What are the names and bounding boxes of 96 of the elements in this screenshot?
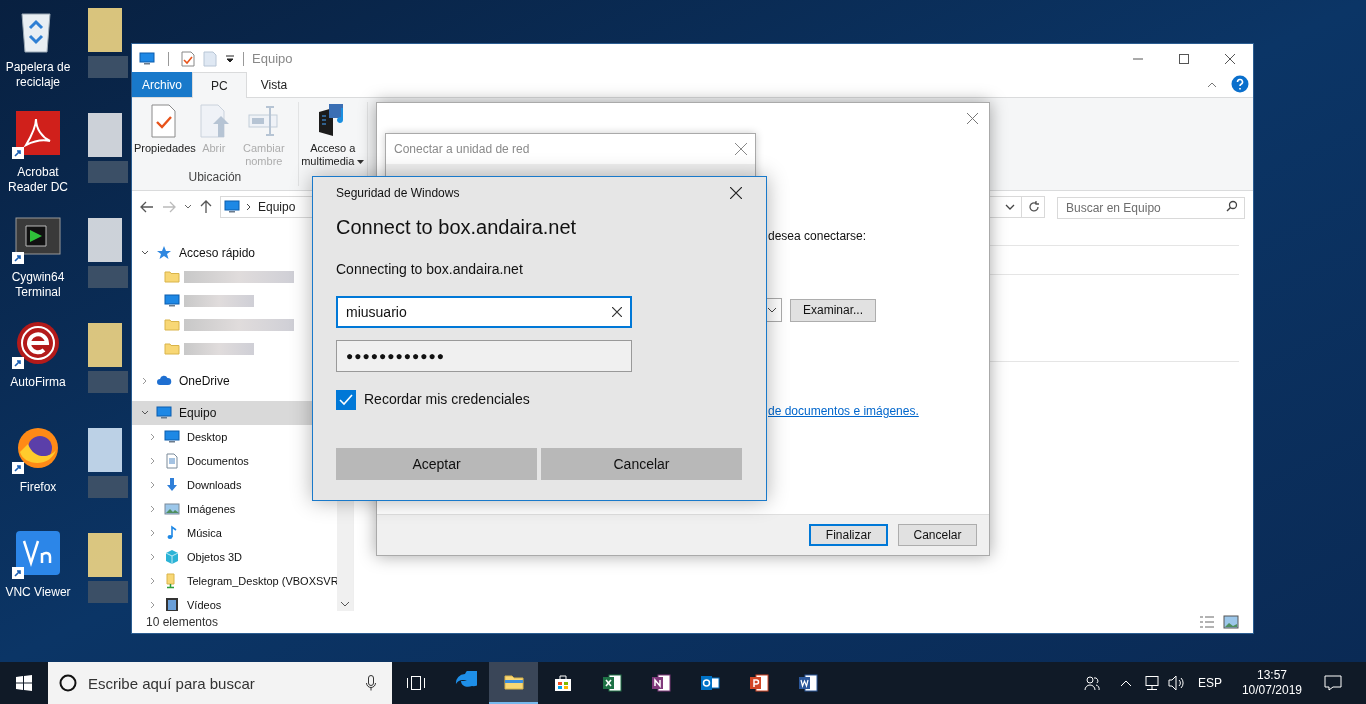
folder-icon <box>164 341 180 357</box>
collapsed-chevron-icon[interactable] <box>149 433 157 441</box>
desktop-icon-label[interactable]: Papelera de reciclaje <box>0 60 76 90</box>
username-field[interactable]: miusuario <box>336 296 632 328</box>
ribbon-group-label: Ubicación <box>188 169 242 186</box>
dialog-heading: Connect to box.andaira.net <box>336 215 578 240</box>
password-field[interactable]: ●●●●●●●●●●●● <box>336 340 632 372</box>
people-icon[interactable] <box>1083 675 1100 691</box>
monitor-icon <box>164 293 180 309</box>
dialog-button[interactable]: Cancelar <box>898 524 977 546</box>
desktop-icon-label[interactable]: Firefox <box>0 480 76 495</box>
monitor-icon <box>224 199 240 215</box>
maximize-icon[interactable] <box>1179 53 1189 64</box>
chevron-icon <box>246 203 252 211</box>
nav-item[interactable]: Telegram_Desktop (VBOXSVR <box>132 569 337 593</box>
ribbon-button[interactable]: Propiedades <box>133 104 197 155</box>
collapsed-chevron-icon[interactable] <box>149 553 157 561</box>
pixelated-label <box>184 295 254 307</box>
close-button[interactable] <box>729 186 743 200</box>
collapsed-chevron-icon[interactable] <box>149 601 157 609</box>
dialog-subtitle: Connecting to box.andaira.net <box>336 260 524 279</box>
folder-icon <box>164 269 180 285</box>
chevron-up-icon[interactable] <box>1119 679 1132 687</box>
address-text: Equipo <box>258 199 296 216</box>
dialog-title: Seguridad de Windows <box>336 185 461 202</box>
ribbon-tab[interactable]: PC <box>192 72 247 98</box>
windows-logo-icon[interactable] <box>16 675 32 691</box>
pixelated-label <box>184 343 254 355</box>
dialog-button[interactable]: Finalizar <box>809 524 888 546</box>
desktop-icon-label[interactable]: VNC Viewer <box>0 585 76 600</box>
document-icon <box>164 453 180 469</box>
ribbon-tab[interactable]: Vista <box>246 72 302 97</box>
speaker-icon[interactable] <box>1167 675 1186 691</box>
dialog-button[interactable]: Cancelar <box>541 448 742 480</box>
monitor-icon <box>156 405 172 421</box>
folder-icon <box>164 317 180 333</box>
refresh-icon[interactable] <box>1028 201 1040 213</box>
nav-item[interactable]: Objetos 3D <box>132 545 337 569</box>
collapsed-chevron-icon[interactable] <box>149 481 157 489</box>
picture-icon <box>164 501 180 517</box>
window-title: Equipo <box>252 49 293 68</box>
monitor-icon <box>164 429 180 445</box>
desktop-icon-label[interactable]: Cygwin64 Terminal <box>0 270 76 300</box>
monitor-icon[interactable] <box>138 50 156 67</box>
collapsed-chevron-icon[interactable] <box>149 505 157 513</box>
window-title: Conectar a unidad de red <box>394 141 531 158</box>
nav-item[interactable]: Imágenes <box>132 497 337 521</box>
nav-item[interactable]: Música <box>132 521 337 545</box>
clock[interactable]: 13:57 10/07/2019 <box>1241 668 1302 698</box>
terminal-icon[interactable] <box>12 216 64 264</box>
collapsed-chevron-icon[interactable] <box>141 377 149 385</box>
expanded-chevron-icon[interactable] <box>141 409 149 417</box>
collapsed-chevron-icon[interactable] <box>149 577 157 585</box>
link[interactable]: de documentos e imágenes. <box>768 402 989 420</box>
thumbnail-view-icon[interactable] <box>1223 615 1239 629</box>
collapsed-chevron-icon[interactable] <box>149 529 157 537</box>
status-text: 10 elementos <box>146 614 219 631</box>
network-icon[interactable] <box>1143 675 1160 691</box>
collapse-ribbon-icon[interactable] <box>1207 82 1217 88</box>
clear-icon[interactable] <box>612 307 622 317</box>
prompt-text: desea conectarse: <box>768 228 868 245</box>
expanded-chevron-icon[interactable] <box>141 249 149 257</box>
desktop-icon-label[interactable]: Acrobat Reader DC <box>0 165 76 195</box>
help-icon[interactable] <box>1231 75 1249 93</box>
properties-icon[interactable] <box>181 50 195 67</box>
ribbon-tab[interactable]: Archivo <box>132 72 192 97</box>
notification-icon[interactable] <box>1324 675 1342 691</box>
language-indicator[interactable]: ESP <box>1197 674 1222 692</box>
desktop-icon-label[interactable]: AutoFirma <box>0 375 76 390</box>
chevron-down-icon[interactable] <box>767 307 777 313</box>
close-icon[interactable] <box>1225 53 1235 64</box>
rename-field-icon <box>247 104 280 138</box>
chevron-down-icon[interactable] <box>1005 204 1015 210</box>
nav-item[interactable]: Vídeos <box>132 593 337 611</box>
checkbox-label: Recordar mis credenciales <box>364 390 530 409</box>
microphone-icon[interactable] <box>366 675 376 691</box>
dialog-button[interactable]: Aceptar <box>336 448 537 480</box>
taskbar-search-field[interactable]: Escribe aquí para buscar <box>48 662 392 704</box>
caret-icon[interactable] <box>357 159 365 165</box>
taskbar-app[interactable] <box>489 662 538 704</box>
checkbox[interactable] <box>336 389 356 410</box>
collapsed-chevron-icon[interactable] <box>149 457 157 465</box>
ribbon-button[interactable]: Acceso a multimedia <box>299 104 366 168</box>
star-icon <box>156 245 172 261</box>
up-arrow-icon[interactable] <box>200 200 212 214</box>
download-arrow-icon <box>164 477 180 493</box>
browse-button[interactable]: Examinar... <box>790 298 876 322</box>
task-view-icon[interactable] <box>407 676 425 690</box>
cortana-icon[interactable] <box>59 674 77 692</box>
back-arrow-icon[interactable] <box>140 201 154 213</box>
film-icon <box>164 597 180 611</box>
page-arrow-icon <box>197 104 230 138</box>
cube-icon <box>164 549 180 565</box>
search-field[interactable]: Buscar en Equipo <box>1057 197 1245 219</box>
search-icon[interactable] <box>1226 200 1238 212</box>
caret-icon[interactable] <box>225 53 235 64</box>
